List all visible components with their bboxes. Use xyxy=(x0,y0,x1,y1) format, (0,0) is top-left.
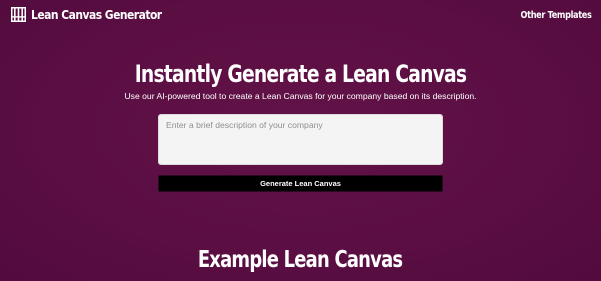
hero-title: Instantly Generate a Lean Canvas xyxy=(134,60,467,88)
brand-home-link[interactable]: Lean Canvas Generator xyxy=(11,7,183,22)
brand-title: Lean Canvas Generator xyxy=(31,7,162,22)
canvas-columns-icon xyxy=(11,7,26,22)
generate-lean-canvas-button[interactable]: Generate Lean Canvas xyxy=(158,175,443,192)
company-description-input[interactable] xyxy=(158,114,443,165)
example-section-heading: Example Lean Canvas xyxy=(0,244,601,276)
hero-title-heading: Instantly Generate a Lean Canvas xyxy=(0,58,601,90)
hero-subtitle: Use our AI-powered tool to create a Lean… xyxy=(124,91,477,101)
top-nav-bar: Lean Canvas Generator Other Templates xyxy=(0,0,601,32)
other-templates-link[interactable]: Other Templates xyxy=(520,10,591,21)
example-title: Example Lean Canvas xyxy=(198,247,403,273)
